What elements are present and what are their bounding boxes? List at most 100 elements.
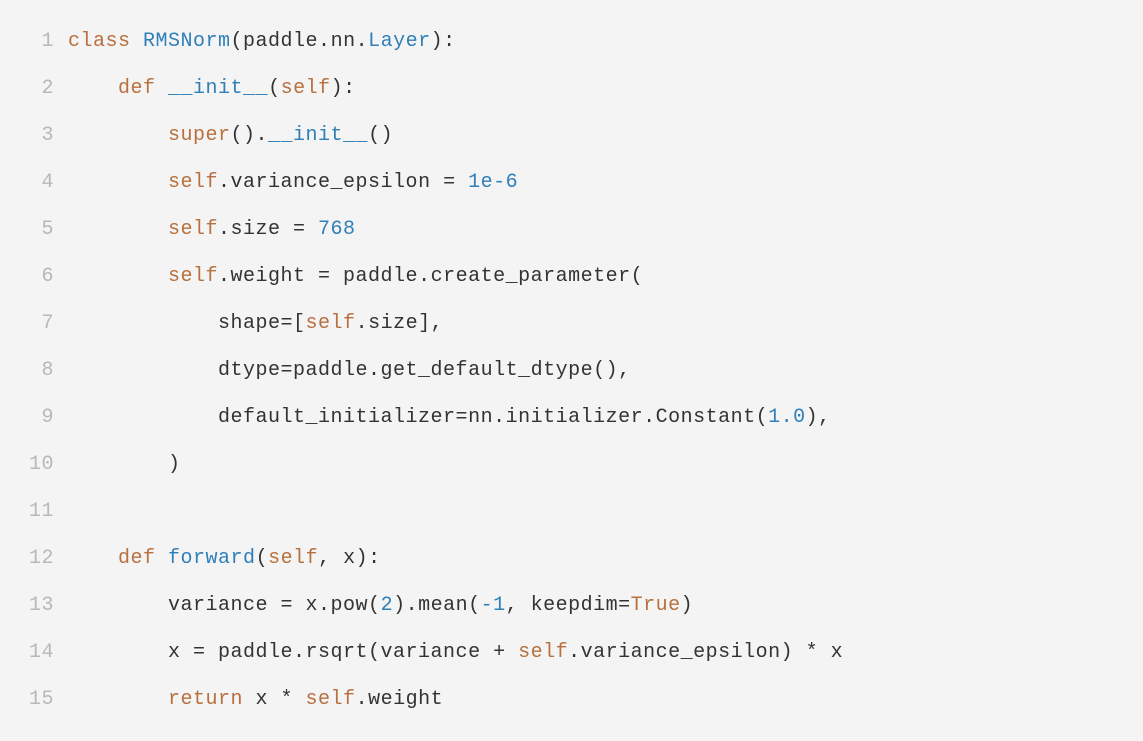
code-token: self bbox=[518, 641, 568, 664]
line-number: 1 bbox=[24, 18, 54, 65]
code-token: ), bbox=[806, 406, 831, 429]
line-number: 14 bbox=[24, 629, 54, 676]
code-token: self bbox=[306, 312, 356, 335]
line-number: 7 bbox=[24, 300, 54, 347]
code-token: def bbox=[118, 547, 156, 570]
code-token: x = paddle.rsqrt(variance + bbox=[68, 641, 518, 664]
code-token bbox=[156, 547, 169, 570]
code-content: def __init__(self): bbox=[68, 65, 356, 112]
line-number: 4 bbox=[24, 159, 54, 206]
code-token bbox=[68, 547, 118, 570]
code-token: ( bbox=[256, 547, 269, 570]
code-token: dtype=paddle.get_default_dtype(), bbox=[68, 359, 631, 382]
code-token: .size], bbox=[356, 312, 444, 335]
code-token: -1 bbox=[481, 594, 506, 617]
code-token: ) bbox=[68, 453, 181, 476]
code-content: shape=[self.size], bbox=[68, 300, 443, 347]
code-token: (). bbox=[231, 124, 269, 147]
line-number: 3 bbox=[24, 112, 54, 159]
code-token: x * bbox=[243, 688, 306, 711]
code-line: 4 self.variance_epsilon = 1e-6 bbox=[24, 159, 1119, 206]
line-number: 10 bbox=[24, 441, 54, 488]
code-token: True bbox=[631, 594, 681, 617]
code-line: 11 bbox=[24, 488, 1119, 535]
code-line: 14 x = paddle.rsqrt(variance + self.vari… bbox=[24, 629, 1119, 676]
code-line: 9 default_initializer=nn.initializer.Con… bbox=[24, 394, 1119, 441]
line-number: 15 bbox=[24, 676, 54, 723]
code-token bbox=[131, 30, 144, 53]
code-token bbox=[68, 688, 168, 711]
code-content: self.size = 768 bbox=[68, 206, 356, 253]
code-token: ( bbox=[268, 77, 281, 100]
line-number: 11 bbox=[24, 488, 54, 535]
code-token: .weight bbox=[356, 688, 444, 711]
code-token: , x): bbox=[318, 547, 381, 570]
code-token: self bbox=[281, 77, 331, 100]
code-token bbox=[68, 265, 168, 288]
code-content: variance = x.pow(2).mean(-1, keepdim=Tru… bbox=[68, 582, 693, 629]
code-content: default_initializer=nn.initializer.Const… bbox=[68, 394, 831, 441]
code-token bbox=[156, 77, 169, 100]
code-line: 13 variance = x.pow(2).mean(-1, keepdim=… bbox=[24, 582, 1119, 629]
code-token: variance = x.pow( bbox=[68, 594, 381, 617]
code-token: 768 bbox=[318, 218, 356, 241]
code-token: self bbox=[306, 688, 356, 711]
code-token: ).mean( bbox=[393, 594, 481, 617]
code-token: 1e-6 bbox=[468, 171, 518, 194]
code-token: shape=[ bbox=[68, 312, 306, 335]
code-token: self bbox=[168, 171, 218, 194]
code-line: 7 shape=[self.size], bbox=[24, 300, 1119, 347]
code-token: .size = bbox=[218, 218, 318, 241]
code-line: 5 self.size = 768 bbox=[24, 206, 1119, 253]
code-token: default_initializer=nn.initializer.Const… bbox=[68, 406, 768, 429]
code-token bbox=[68, 124, 168, 147]
line-number: 6 bbox=[24, 253, 54, 300]
code-token: def bbox=[118, 77, 156, 100]
line-number: 12 bbox=[24, 535, 54, 582]
code-token: .weight = paddle.create_parameter( bbox=[218, 265, 643, 288]
code-token bbox=[68, 77, 118, 100]
code-line: 15 return x * self.weight bbox=[24, 676, 1119, 723]
code-token bbox=[68, 218, 168, 241]
line-number: 2 bbox=[24, 65, 54, 112]
code-line: 12 def forward(self, x): bbox=[24, 535, 1119, 582]
line-number: 13 bbox=[24, 582, 54, 629]
line-number: 9 bbox=[24, 394, 54, 441]
code-line: 2 def __init__(self): bbox=[24, 65, 1119, 112]
code-line: 8 dtype=paddle.get_default_dtype(), bbox=[24, 347, 1119, 394]
line-number: 8 bbox=[24, 347, 54, 394]
code-token: ) bbox=[681, 594, 694, 617]
code-token: class bbox=[68, 30, 131, 53]
code-token: 1.0 bbox=[768, 406, 806, 429]
code-line: 3 super().__init__() bbox=[24, 112, 1119, 159]
code-token: __init__ bbox=[268, 124, 368, 147]
code-token: self bbox=[268, 547, 318, 570]
code-content: dtype=paddle.get_default_dtype(), bbox=[68, 347, 631, 394]
line-number: 5 bbox=[24, 206, 54, 253]
code-line: 1 class RMSNorm(paddle.nn.Layer): bbox=[24, 18, 1119, 65]
code-token: () bbox=[368, 124, 393, 147]
code-token bbox=[68, 171, 168, 194]
code-token: forward bbox=[168, 547, 256, 570]
code-token: Layer bbox=[368, 30, 431, 53]
code-content: class RMSNorm(paddle.nn.Layer): bbox=[68, 18, 456, 65]
code-block: 1class RMSNorm(paddle.nn.Layer):2 def __… bbox=[24, 18, 1119, 723]
code-line: 6 self.weight = paddle.create_parameter( bbox=[24, 253, 1119, 300]
code-content: super().__init__() bbox=[68, 112, 393, 159]
code-token: (paddle.nn. bbox=[231, 30, 369, 53]
code-token: return bbox=[168, 688, 243, 711]
code-content: self.variance_epsilon = 1e-6 bbox=[68, 159, 518, 206]
code-content: def forward(self, x): bbox=[68, 535, 381, 582]
code-content: self.weight = paddle.create_parameter( bbox=[68, 253, 643, 300]
code-token: __init__ bbox=[168, 77, 268, 100]
code-content: return x * self.weight bbox=[68, 676, 443, 723]
code-content: x = paddle.rsqrt(variance + self.varianc… bbox=[68, 629, 843, 676]
code-token: ): bbox=[431, 30, 456, 53]
code-token: RMSNorm bbox=[143, 30, 231, 53]
code-token: 2 bbox=[381, 594, 394, 617]
code-token: self bbox=[168, 218, 218, 241]
code-token: ): bbox=[331, 77, 356, 100]
code-line: 10 ) bbox=[24, 441, 1119, 488]
code-token: .variance_epsilon = bbox=[218, 171, 468, 194]
code-token: super bbox=[168, 124, 231, 147]
